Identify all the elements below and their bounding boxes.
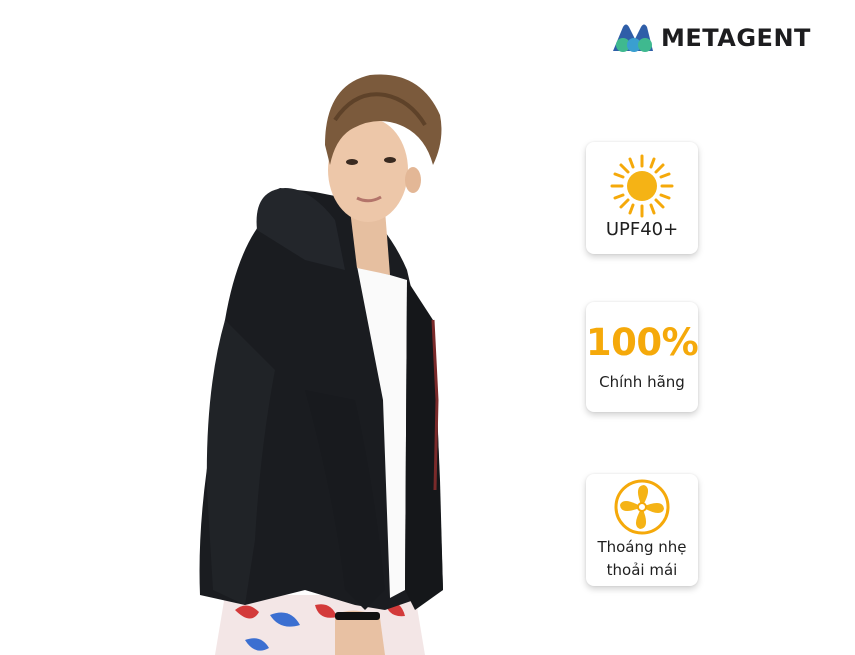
brand-logo-mark-icon (613, 24, 653, 52)
badge-authentic-label: Chính hãng (599, 372, 685, 391)
sun-icon (610, 154, 674, 218)
product-photo (199, 74, 443, 655)
brand-logo[interactable]: METAGENT (611, 20, 811, 56)
badge-breathable-label-line2: thoải mái (606, 561, 678, 579)
badge-uv-protection: UPF40+ (586, 142, 698, 254)
badge-authentic: 100% Chính hãng (585, 302, 699, 412)
badge-breathable: Thoáng nhẹ thoải mái (586, 474, 698, 586)
badge-uv-label: UPF40+ (605, 219, 679, 240)
brand-name: METAGENT (661, 24, 811, 52)
badge-authentic-percent: 100% (585, 320, 699, 364)
fan-icon (614, 479, 670, 535)
badge-breathable-label-line1: Thoáng nhẹ (597, 538, 687, 556)
